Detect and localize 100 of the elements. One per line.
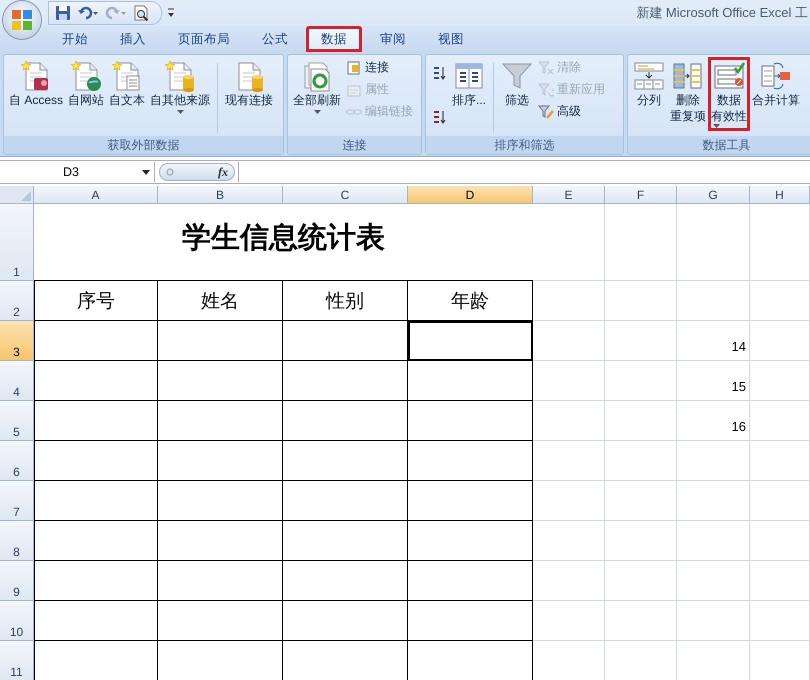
column-header[interactable]: B [158, 186, 283, 204]
table-cell [605, 441, 677, 481]
expand-handle-icon[interactable] [166, 167, 174, 177]
ribbon-tab[interactable]: 插入 [106, 26, 160, 52]
text-to-columns-icon [633, 60, 665, 92]
advanced-filter-icon [538, 104, 554, 120]
table-cell [605, 361, 677, 401]
table-cell [605, 401, 677, 441]
table-cell [605, 481, 677, 521]
dropdown-caret-icon [314, 110, 320, 114]
table-cell [533, 481, 605, 521]
table-cell [605, 561, 677, 601]
group-label: 排序和筛选 [426, 136, 623, 154]
group-label: 数据工具 [628, 136, 810, 154]
ribbon-button[interactable]: 全部刷新 [291, 58, 343, 116]
column-header[interactable]: E [533, 186, 605, 204]
row-header[interactable]: 3 [0, 321, 34, 361]
ribbon-button[interactable]: 高级 [536, 102, 608, 121]
column-header[interactable]: D [408, 186, 533, 204]
reapply-filter-icon [538, 82, 554, 98]
table-cell [750, 441, 810, 481]
customize-toolbar-icon[interactable] [166, 7, 176, 19]
window-title: 新建 Microsoft Office Excel 工 [636, 4, 809, 22]
sheet-title: 学生信息统计表 [34, 204, 533, 281]
column-header[interactable]: F [605, 186, 677, 204]
document-database-icon [164, 60, 196, 92]
dropdown-caret-icon[interactable] [142, 170, 150, 174]
table-cell [533, 441, 605, 481]
column-header[interactable]: C [283, 186, 408, 204]
column-header[interactable]: H [750, 186, 810, 204]
table-cell [750, 401, 810, 441]
row-header[interactable]: 11 [0, 641, 34, 680]
column-header[interactable]: G [677, 186, 750, 204]
dropdown-caret-icon [713, 124, 720, 128]
table-cell: 15 [677, 361, 750, 401]
table-cell [533, 281, 605, 321]
table-cell [605, 321, 677, 361]
ribbon-tab[interactable]: 审阅 [366, 26, 420, 52]
table-cell [533, 401, 605, 441]
row-header[interactable]: 6 [0, 441, 34, 481]
row-header[interactable]: 5 [0, 401, 34, 441]
ribbon-button[interactable]: 现有连接 [223, 58, 276, 110]
active-cell[interactable] [408, 321, 533, 361]
ribbon-button[interactable]: 自 Access [7, 58, 66, 110]
ribbon-button[interactable]: 删除 重复项 [668, 58, 708, 126]
group-label: 获取外部数据 [4, 136, 283, 154]
table-cell [533, 521, 605, 561]
ribbon-button[interactable]: 筛选 [499, 58, 536, 110]
ribbon-button[interactable]: 自网站 [66, 58, 106, 110]
ribbon-tab[interactable]: 页面布局 [164, 26, 244, 52]
dropdown-caret-icon [176, 110, 184, 114]
sort-ascending-icon [431, 65, 447, 81]
ribbon-tab[interactable]: 公式 [248, 26, 302, 52]
connection-document-icon [346, 60, 362, 76]
row-header[interactable]: 8 [0, 521, 34, 561]
table-cell [533, 361, 605, 401]
table-cell: 14 [677, 321, 750, 361]
office-button[interactable] [3, 1, 41, 39]
ribbon-button[interactable]: 排序... [450, 58, 488, 110]
ribbon-button[interactable]: 自其他来源 [148, 58, 212, 116]
ribbon-tab[interactable]: 数据 [306, 26, 362, 52]
table-header-cell: 姓名 [158, 281, 283, 321]
sort-descending-icon [431, 109, 447, 125]
document-globe-icon [70, 60, 102, 92]
table-cell [533, 561, 605, 601]
print-preview-icon[interactable] [133, 5, 151, 21]
table-cell: 16 [677, 401, 750, 441]
row-header[interactable]: 10 [0, 601, 34, 641]
row-header[interactable]: 7 [0, 481, 34, 521]
table-cell [533, 321, 605, 361]
row-header[interactable]: 2 [0, 281, 34, 321]
ribbon-button[interactable]: 自文本 [107, 58, 148, 110]
office-logo-icon [11, 9, 33, 31]
table-cell [533, 601, 605, 641]
table-cell [750, 481, 810, 521]
clear-filter-icon [538, 60, 554, 76]
group-label: 连接 [288, 136, 421, 154]
ribbon-tab[interactable]: 视图 [424, 26, 478, 52]
table-cell [605, 521, 677, 561]
table-cell [605, 281, 677, 321]
name-box[interactable]: D3 [0, 162, 155, 182]
table-cell [750, 361, 810, 401]
ribbon-button[interactable]: 分列 [631, 58, 667, 110]
table-cell [750, 321, 810, 361]
ribbon-tab[interactable]: 开始 [48, 26, 102, 52]
undo-icon[interactable] [77, 5, 99, 21]
save-icon[interactable] [55, 5, 71, 21]
table-header-cell: 年龄 [408, 281, 533, 321]
row-header[interactable]: 4 [0, 361, 34, 401]
ribbon-button[interactable]: 合并计算 [750, 58, 802, 110]
table-cell [605, 601, 677, 641]
row-header[interactable]: 9 [0, 561, 34, 601]
consolidate-icon [760, 60, 792, 92]
insert-function-button[interactable]: fx [218, 164, 228, 180]
ribbon-button[interactable]: 连接 [344, 58, 415, 77]
table-header-cell: 序号 [34, 281, 158, 321]
column-header[interactable]: A [34, 186, 158, 204]
table-cell [750, 561, 810, 601]
ribbon-button[interactable]: 数据 有效性 [709, 58, 749, 130]
row-header[interactable]: 1 [0, 204, 34, 281]
